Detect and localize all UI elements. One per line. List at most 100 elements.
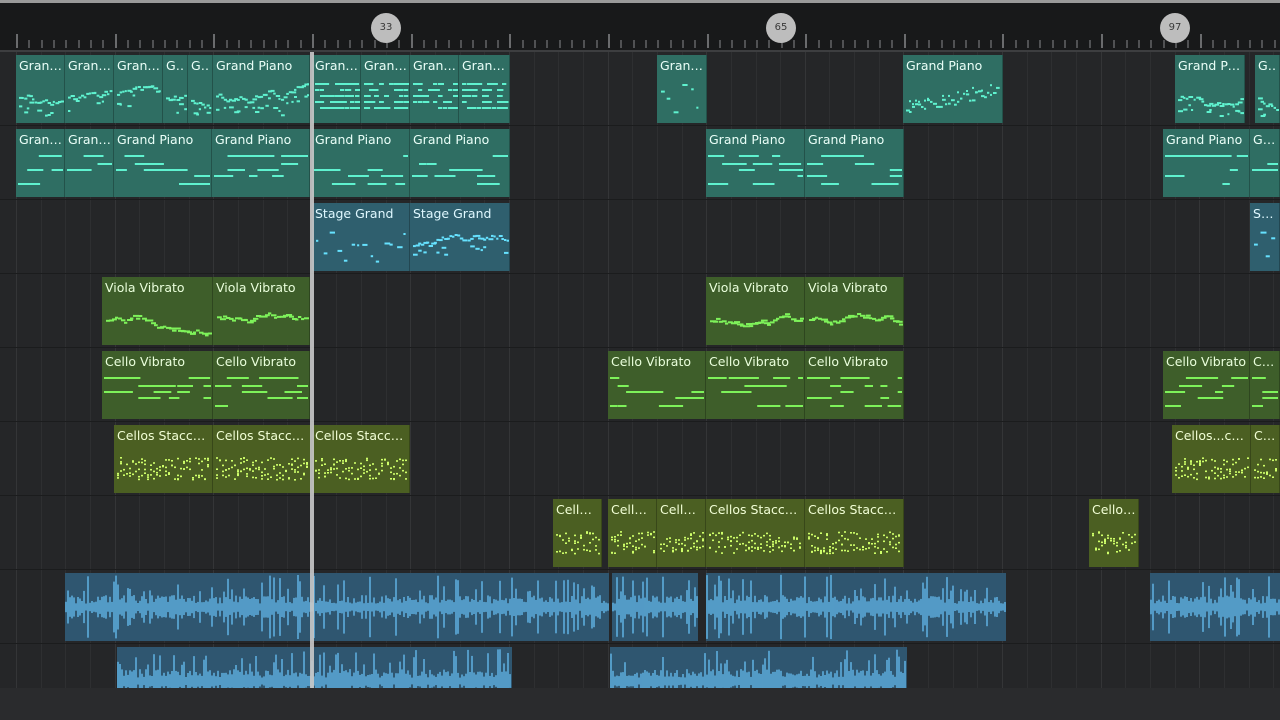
ruler-tick (1199, 34, 1202, 48)
arrangement-area[interactable]: Grand ...Grand ...Grand ...G...G...Grand… (0, 52, 1280, 688)
midi-note (423, 95, 429, 97)
midi-region[interactable]: Cellos Staccato (706, 499, 805, 567)
midi-region[interactable]: Cello (1250, 351, 1280, 419)
midi-region[interactable]: Grand Piano (706, 129, 805, 197)
midi-note (273, 465, 275, 468)
midi-note (335, 83, 341, 85)
grid-line (1248, 274, 1250, 347)
track-lane-5[interactable]: Cello Vibrato Cello Vibrato Cello Vibrato C… (0, 348, 1280, 422)
midi-region[interactable]: Viola Vibrato (706, 277, 805, 345)
midi-region[interactable]: Grand Piano (1175, 55, 1245, 123)
midi-note (1241, 471, 1243, 474)
midi-region[interactable]: Cello Vibrato (213, 351, 310, 419)
midi-region[interactable]: Cellos Staccato (312, 425, 410, 493)
bar-marker-33[interactable]: 33 (371, 13, 401, 43)
midi-region[interactable]: Grand Piano (213, 55, 310, 123)
grid-line (607, 52, 609, 125)
midi-region[interactable]: Cello Vibrato (608, 351, 706, 419)
midi-note (611, 536, 613, 539)
midi-region[interactable]: Grand Piano (212, 129, 310, 197)
audio-region[interactable] (612, 573, 698, 641)
midi-note (275, 95, 281, 97)
midi-note (171, 460, 173, 462)
track-lane-1[interactable]: Grand ...Grand ...Grand ...G...G...Grand… (0, 52, 1280, 126)
midi-region[interactable]: Grand ... (657, 55, 707, 123)
midi-note (1217, 102, 1222, 105)
midi-region[interactable]: Grand ... (65, 129, 114, 197)
midi-region[interactable]: Grand ... (16, 129, 65, 197)
midi-region[interactable]: Grand ... (361, 55, 410, 123)
midi-note (204, 175, 210, 177)
timeline-ruler[interactable]: 33 65 97 (0, 3, 1280, 53)
midi-region[interactable]: G... (188, 55, 213, 123)
midi-region[interactable]: Cellos... (657, 499, 706, 567)
midi-region[interactable]: Stage Grand (312, 203, 410, 271)
midi-note (1199, 464, 1201, 466)
audio-region[interactable] (65, 573, 609, 641)
midi-region[interactable]: G... (163, 55, 188, 123)
midi-region[interactable]: Grand ... (16, 55, 65, 123)
track-lane-3[interactable]: Stage GrandStage Grand Stag (0, 200, 1280, 274)
midi-region[interactable]: Grand Piano (312, 129, 410, 197)
track-lane-6[interactable]: Cellos Staccato Cellos Staccato Cellos Sta… (0, 422, 1280, 496)
audio-region[interactable] (117, 647, 512, 688)
midi-region[interactable]: Cellos Staccato (805, 499, 904, 567)
midi-region[interactable]: Cellos Staccato (213, 425, 311, 493)
midi-region[interactable]: Cello Vibrato (1163, 351, 1250, 419)
midi-region[interactable]: Grand ... (459, 55, 510, 123)
midi-region[interactable]: Stag (1250, 203, 1280, 271)
track-lane-9[interactable] (0, 644, 1280, 688)
grid-line (40, 422, 42, 495)
track-lane-4[interactable]: Viola Vibrato Viola Vibrato Viola Vibrato V… (0, 274, 1280, 348)
audio-region[interactable] (706, 573, 1006, 641)
midi-region[interactable]: Cellos...ccato (1172, 425, 1251, 493)
midi-note (675, 397, 695, 399)
midi-note (117, 93, 121, 96)
midi-note (1187, 466, 1189, 469)
midi-region[interactable]: Viola Vibrato (805, 277, 904, 345)
midi-region[interactable]: Cellos... (553, 499, 602, 567)
midi-region[interactable]: Viola Vibrato (102, 277, 213, 345)
midi-region[interactable]: Cellos... (1089, 499, 1139, 567)
bar-marker-97[interactable]: 97 (1160, 13, 1190, 43)
midi-region[interactable]: Cello Vibrato (102, 351, 213, 419)
midi-region[interactable]: Viola Vibrato (213, 277, 310, 345)
midi-region[interactable]: Cello (1251, 425, 1280, 493)
midi-region[interactable]: Grand ... (65, 55, 114, 123)
midi-region[interactable]: Grand Piano (1163, 129, 1250, 197)
midi-note (1265, 105, 1270, 108)
midi-note (865, 538, 867, 540)
midi-note (487, 107, 492, 109)
track-lane-8[interactable] (0, 570, 1280, 644)
ruler-tick (891, 40, 894, 48)
midi-region[interactable]: Cellos Staccato (114, 425, 213, 493)
track-lane-2[interactable]: Grand ...Grand ...Grand PianoGrand Piano… (0, 126, 1280, 200)
audio-region[interactable] (1150, 573, 1280, 641)
midi-region[interactable]: Grand Piano (903, 55, 1003, 123)
midi-note (252, 470, 254, 472)
midi-region[interactable]: Grand ... (114, 55, 163, 123)
midi-note (395, 175, 404, 177)
track-lane-7[interactable]: Cellos...Cellos...Cellos...Cellos Stacca… (0, 496, 1280, 570)
midi-note (1116, 541, 1118, 544)
midi-region[interactable]: Stage Grand (410, 203, 510, 271)
midi-note (467, 83, 473, 85)
midi-region[interactable]: Grand Piano (410, 129, 510, 197)
audio-region[interactable] (706, 647, 907, 688)
midi-note (763, 183, 775, 185)
midi-region[interactable]: Cellos... (608, 499, 657, 567)
midi-region[interactable]: Grand Piano (114, 129, 212, 197)
midi-note (1198, 98, 1204, 101)
playhead[interactable] (310, 52, 314, 688)
audio-region[interactable] (610, 647, 706, 688)
midi-region[interactable]: Grand (1255, 55, 1280, 123)
midi-region[interactable]: Grand ... (410, 55, 459, 123)
midi-region[interactable]: Cello Vibrato (706, 351, 805, 419)
midi-region[interactable]: Grand Piano (805, 129, 904, 197)
midi-note (261, 461, 263, 464)
bar-marker-65[interactable]: 65 (766, 13, 796, 43)
midi-note (758, 321, 765, 324)
midi-region[interactable]: Cello Vibrato (805, 351, 904, 419)
midi-region[interactable]: Grand ... (312, 55, 361, 123)
midi-region[interactable]: Gran (1250, 129, 1280, 197)
